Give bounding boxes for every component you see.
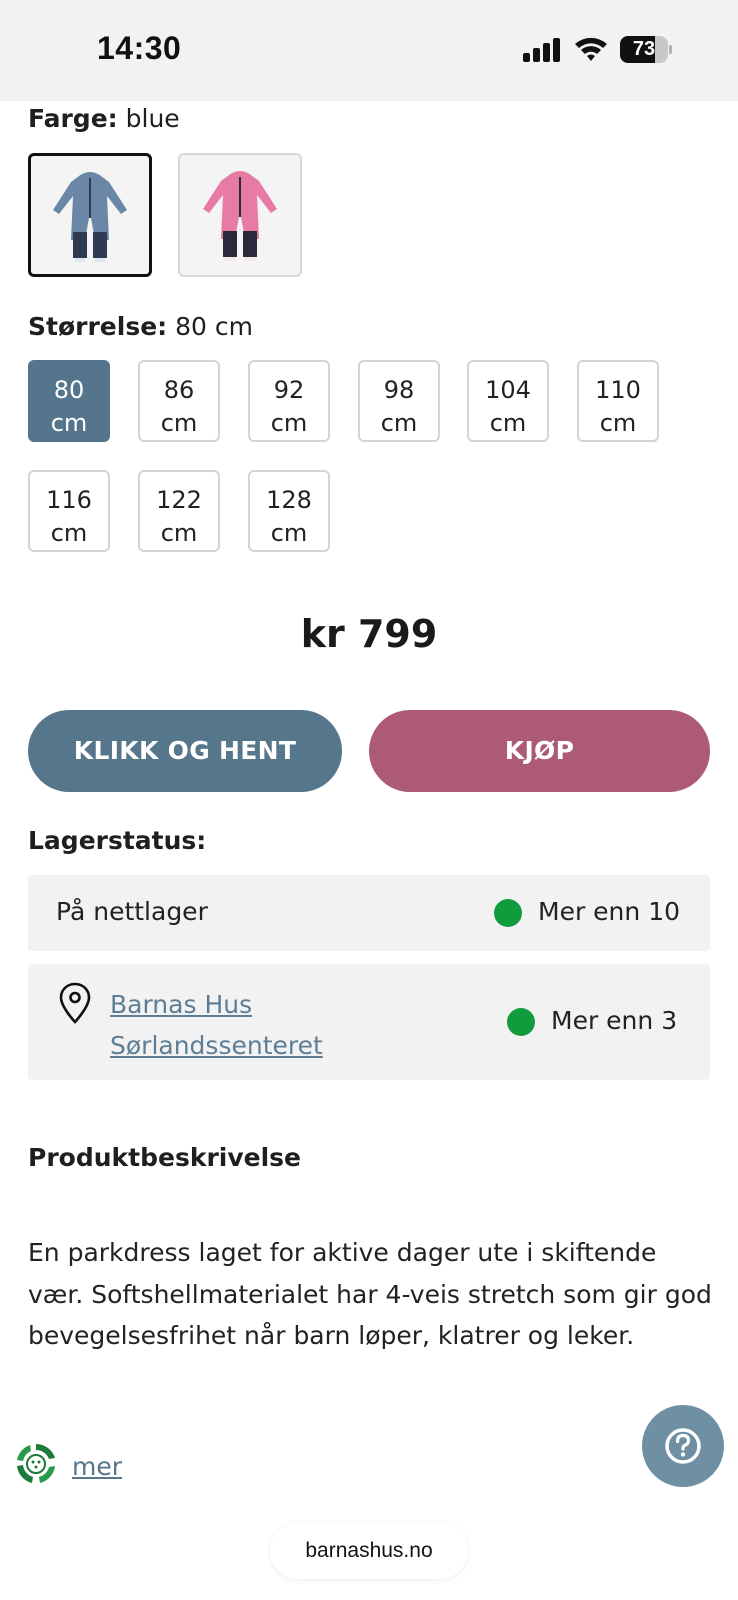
- online-stock-status: Mer enn 10: [538, 897, 681, 926]
- product-price: kr 799: [300, 612, 438, 656]
- size-option-116[interactable]: 116 cm: [28, 470, 110, 552]
- read-more-link[interactable]: mer: [72, 1452, 122, 1481]
- size-unit: cm: [599, 409, 637, 437]
- cellular-signal-icon: [523, 38, 563, 62]
- size-value: 80 cm: [175, 312, 253, 341]
- stock-row-store: Barnas Hus Sørlandssenteret Mer enn 3: [28, 964, 710, 1080]
- size-option-86[interactable]: 86 cm: [138, 360, 220, 442]
- size-unit: cm: [270, 519, 308, 547]
- size-unit: cm: [270, 409, 308, 437]
- store-link[interactable]: Barnas Hus Sørlandssenteret: [110, 984, 323, 1066]
- wifi-icon: [575, 37, 607, 61]
- status-bar: 14:30 73: [0, 0, 738, 101]
- online-stock-label: På nettlager: [56, 897, 208, 926]
- color-swatch-blue[interactable]: [28, 153, 152, 277]
- size-number: 116: [46, 486, 92, 514]
- browser-url-pill[interactable]: barnashus.no: [270, 1523, 468, 1579]
- size-option-122[interactable]: 122 cm: [138, 470, 220, 552]
- size-number: 110: [595, 376, 641, 404]
- store-name-line1: Barnas Hus: [110, 990, 253, 1019]
- stock-row-online: På nettlager Mer enn 10: [28, 875, 710, 951]
- snowsuit-blue-image: [53, 172, 127, 262]
- size-option-104[interactable]: 104 cm: [467, 360, 549, 442]
- status-time: 14:30: [97, 30, 182, 66]
- question-mark-icon: [665, 1428, 701, 1464]
- size-number: 92: [273, 376, 305, 404]
- size-number: 128: [266, 486, 312, 514]
- size-option-80[interactable]: 80 cm: [28, 360, 110, 442]
- size-option-92[interactable]: 92 cm: [248, 360, 330, 442]
- size-option-110[interactable]: 110 cm: [577, 360, 659, 442]
- store-stock-status: Mer enn 3: [551, 1006, 678, 1035]
- stock-status-title: Lagerstatus:: [28, 826, 207, 855]
- size-unit: cm: [489, 409, 527, 437]
- size-number: 104: [485, 376, 531, 404]
- snowsuit-pink-image: [203, 171, 277, 261]
- size-unit: cm: [50, 409, 88, 437]
- size-label-line: Størrelse: 80 cm: [28, 312, 253, 341]
- size-unit: cm: [380, 409, 418, 437]
- buy-button[interactable]: KJØP: [369, 710, 710, 792]
- size-number: 98: [383, 376, 415, 404]
- store-name-line2: Sørlandssenteret: [110, 1031, 323, 1060]
- description-text: En parkdress laget for aktive dager ute …: [28, 1238, 712, 1350]
- sustainability-recycle-icon: [17, 1444, 55, 1483]
- size-label: Størrelse:: [28, 312, 168, 341]
- size-unit: cm: [160, 519, 198, 547]
- size-number: 122: [156, 486, 202, 514]
- help-button[interactable]: [642, 1405, 724, 1487]
- size-unit: cm: [50, 519, 88, 547]
- in-stock-indicator: [494, 899, 522, 927]
- in-stock-indicator: [507, 1008, 535, 1036]
- color-swatch-pink[interactable]: [178, 153, 302, 277]
- size-unit: cm: [160, 409, 198, 437]
- size-number: 80: [53, 376, 85, 404]
- color-label-line: Farge: blue: [28, 104, 180, 133]
- battery-icon: 73: [620, 36, 672, 63]
- click-and-collect-button[interactable]: KLIKK OG HENT: [28, 710, 342, 792]
- description-title: Produktbeskrivelse: [28, 1143, 302, 1172]
- color-value: blue: [125, 104, 180, 133]
- size-option-98[interactable]: 98 cm: [358, 360, 440, 442]
- size-number: 86: [163, 376, 195, 404]
- battery-percentage: 73: [632, 38, 656, 60]
- location-pin-icon: [59, 982, 91, 1024]
- size-option-128[interactable]: 128 cm: [248, 470, 330, 552]
- color-label: Farge:: [28, 104, 118, 133]
